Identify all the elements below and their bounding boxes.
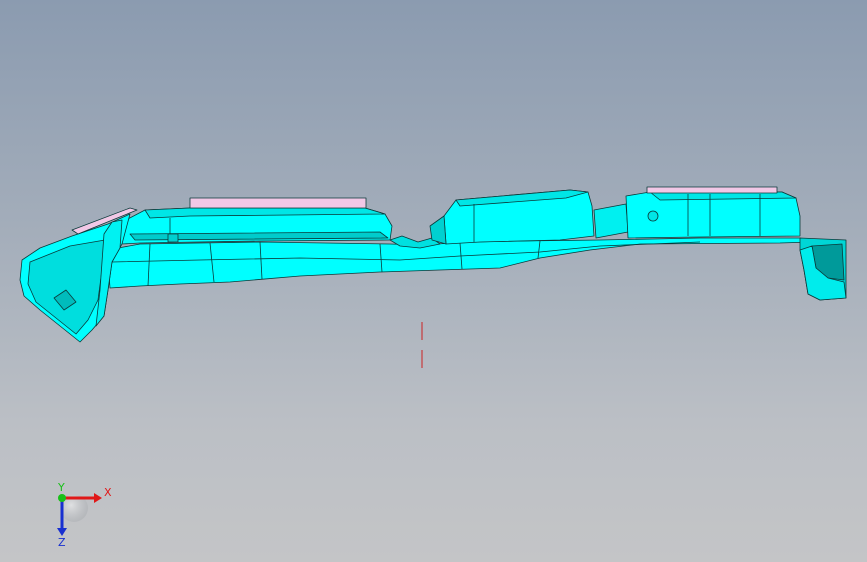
z-axis-label: Z [58,536,66,549]
coordinate-triad: X Z Y [57,481,112,549]
top-pad-right [646,186,778,194]
small-tab [167,233,179,243]
cad-model-view[interactable] [0,0,867,562]
x-axis-arrowhead [94,493,102,503]
connector-web [593,203,629,239]
y-axis-dot [58,494,66,502]
y-axis-label: Y [57,481,65,494]
bracket-part[interactable] [19,186,847,343]
z-axis-arrowhead [57,528,67,536]
top-pad-left [189,197,367,209]
middle-block-side [429,215,447,245]
graphics-viewport[interactable]: X Z Y [0,0,867,562]
x-axis-label: X [104,486,112,499]
right-block-hole [647,210,659,222]
